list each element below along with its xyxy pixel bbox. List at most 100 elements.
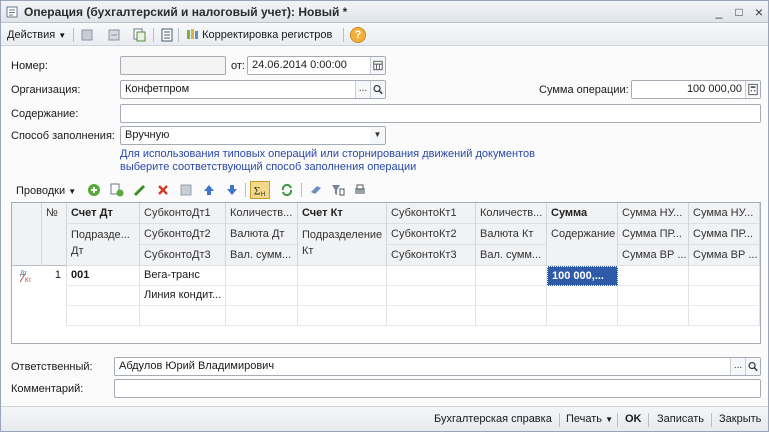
- cell-quantity-dt[interactable]: [226, 266, 298, 286]
- cell-currency-dt[interactable]: [226, 286, 298, 306]
- content-field[interactable]: [120, 104, 761, 123]
- cell-subconto-dt3[interactable]: [140, 306, 226, 326]
- cell-quantity-kt[interactable]: [476, 266, 547, 286]
- account-icon[interactable]: [309, 183, 323, 197]
- cell-department-kt[interactable]: [298, 286, 387, 306]
- structure-icon[interactable]: [160, 28, 174, 42]
- header-amount-nu-kt[interactable]: Сумма НУ...: [689, 203, 760, 224]
- header-subconto-dt1[interactable]: СубконтоДт1: [140, 203, 226, 224]
- select-button[interactable]: ...: [730, 358, 745, 375]
- header-amount-vr-dt[interactable]: Сумма ВР ...: [618, 245, 689, 266]
- save-button[interactable]: Записать: [657, 413, 704, 425]
- cell-amount-nu-dt[interactable]: [618, 266, 689, 286]
- cell-account-kt[interactable]: [298, 266, 387, 286]
- header-number[interactable]: №: [42, 203, 67, 266]
- cell-subconto-dt2[interactable]: Линия кондит...: [140, 286, 226, 306]
- help-icon[interactable]: ?: [350, 27, 366, 43]
- header-currency-amount-dt[interactable]: Вал. сумм...: [226, 245, 298, 266]
- print-menu[interactable]: Печать ▼: [566, 413, 613, 425]
- header-amount-pr-dt[interactable]: Сумма ПР...: [618, 224, 689, 245]
- header-amount-pr-kt[interactable]: Сумма ПР...: [689, 224, 760, 245]
- postings-menu[interactable]: Проводки ▼: [16, 183, 76, 199]
- actions-menu[interactable]: Действия ▼: [7, 27, 66, 43]
- cell-amount-pr-kt[interactable]: [689, 286, 760, 306]
- cell-department-dt[interactable]: [67, 286, 140, 306]
- minimize-button[interactable]: _: [711, 4, 727, 20]
- cell-amount-pr-dt[interactable]: [618, 286, 689, 306]
- fill-method-select[interactable]: Вручную ▼: [120, 126, 386, 145]
- cell-currency-amount-kt[interactable]: [476, 306, 547, 326]
- search-icon[interactable]: [745, 358, 760, 375]
- cell-subconto-kt2[interactable]: [387, 286, 476, 306]
- header-subconto-dt3[interactable]: СубконтоДт3: [140, 245, 226, 266]
- filter-icon[interactable]: [331, 183, 345, 197]
- comment-field[interactable]: [114, 379, 761, 398]
- move-up-icon[interactable]: [202, 183, 216, 197]
- refresh-icon[interactable]: [280, 183, 294, 197]
- cell-subconto-kt3[interactable]: [387, 306, 476, 326]
- bottom-bar: Бухгалтерская справка Печать ▼ OK Записа…: [1, 406, 768, 431]
- cell-subconto-kt1[interactable]: [387, 266, 476, 286]
- edit-icon[interactable]: [133, 183, 147, 197]
- header-department-dt[interactable]: Подразде... Дт: [67, 224, 140, 266]
- search-icon[interactable]: [370, 81, 385, 98]
- post-icon[interactable]: [80, 28, 94, 42]
- table-row[interactable]: Дт Кт 1 001 Вега-транс 100 000,... Линия…: [12, 266, 760, 326]
- cell-currency-kt[interactable]: [476, 286, 547, 306]
- actions-label: Действия: [7, 29, 56, 41]
- chevron-down-icon: ▼: [68, 187, 77, 196]
- responsible-field[interactable]: Абдулов Юрий Владимирович ...: [114, 357, 761, 376]
- number-field[interactable]: [120, 56, 226, 75]
- chevron-down-icon[interactable]: ▼: [370, 127, 385, 144]
- header-currency-dt[interactable]: Валюта Дт: [226, 224, 298, 245]
- header-content[interactable]: Содержание: [547, 224, 618, 266]
- header-account-dt[interactable]: Счет Дт: [67, 203, 140, 224]
- date-field[interactable]: 24.06.2014 0:00:00: [247, 56, 386, 75]
- header-currency-kt[interactable]: Валюта Кт: [476, 224, 547, 245]
- select-button[interactable]: ...: [355, 81, 370, 98]
- cell-amount-vr-dt[interactable]: [618, 306, 689, 326]
- cell-amount-vr-kt[interactable]: [689, 306, 760, 326]
- cell-amount[interactable]: 100 000,...: [547, 266, 618, 286]
- header-currency-amount-kt[interactable]: Вал. сумм...: [476, 245, 547, 266]
- add-icon[interactable]: [87, 183, 101, 197]
- header-amount-vr-kt[interactable]: Сумма ВР ...: [689, 245, 760, 266]
- header-quantity-kt[interactable]: Количеств...: [476, 203, 547, 224]
- postings-label: Проводки: [16, 185, 66, 197]
- amount-field[interactable]: 100 000,00: [631, 80, 761, 99]
- header-amount[interactable]: Сумма: [547, 203, 618, 224]
- cell-amount-nu-kt[interactable]: [689, 266, 760, 286]
- organization-field[interactable]: Конфетпром ...: [120, 80, 386, 99]
- cell-content[interactable]: [547, 286, 618, 306]
- cell-currency-amount-dt[interactable]: [226, 306, 298, 326]
- unpost-icon[interactable]: [107, 28, 121, 42]
- organization-value: Конфетпром: [125, 83, 190, 95]
- header-quantity-dt[interactable]: Количеств...: [226, 203, 298, 224]
- window-title: Операция (бухгалтерский и налоговый учет…: [24, 5, 348, 19]
- close-button[interactable]: ×: [751, 4, 767, 20]
- maximize-button[interactable]: □: [731, 4, 747, 20]
- calendar-icon[interactable]: [370, 57, 385, 74]
- registers-button[interactable]: Корректировка регистров: [185, 27, 332, 43]
- header-subconto-kt2[interactable]: СубконтоКт2: [387, 224, 476, 245]
- header-account-kt[interactable]: Счет Кт: [298, 203, 387, 224]
- header-department-kt[interactable]: Подразделение Кт: [298, 224, 387, 266]
- cell-account-dt[interactable]: 001: [67, 266, 140, 286]
- cell-subconto-dt1[interactable]: Вега-транс: [140, 266, 226, 286]
- close-form-button[interactable]: Закрыть: [719, 413, 761, 425]
- ok-button[interactable]: OK: [625, 413, 642, 425]
- print-icon[interactable]: [353, 183, 367, 197]
- header-amount-nu-dt[interactable]: Сумма НУ...: [618, 203, 689, 224]
- header-subconto-dt2[interactable]: СубконтоДт2: [140, 224, 226, 245]
- end-edit-icon[interactable]: [179, 183, 193, 197]
- sum-icon[interactable]: Σ H: [250, 181, 270, 199]
- delete-icon[interactable]: [156, 183, 170, 197]
- header-subconto-kt1[interactable]: СубконтоКт1: [387, 203, 476, 224]
- copy-icon[interactable]: [132, 28, 146, 42]
- copy-row-icon[interactable]: [110, 183, 124, 197]
- header-subconto-kt3[interactable]: СубконтоКт3: [387, 245, 476, 266]
- accounting-report-button[interactable]: Бухгалтерская справка: [434, 413, 552, 425]
- calculator-icon[interactable]: [745, 81, 760, 98]
- toolbar-separator: [245, 183, 246, 197]
- move-down-icon[interactable]: [225, 183, 239, 197]
